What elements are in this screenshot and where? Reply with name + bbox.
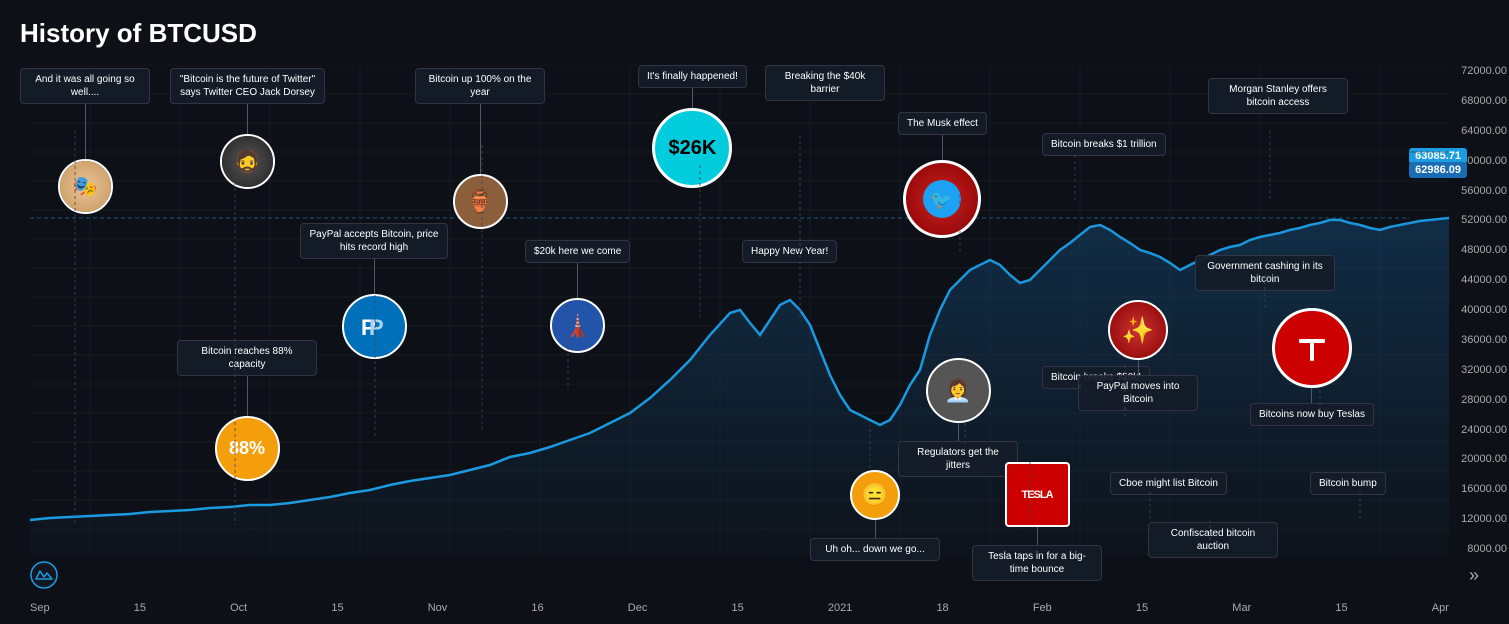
x-label-15e: 15: [1335, 602, 1347, 614]
y-label-2: 68000.00: [1461, 95, 1507, 107]
y-label-6: 52000.00: [1461, 214, 1507, 226]
x-label-dec: Dec: [628, 602, 648, 614]
y-axis: 72000.00 68000.00 64000.00 60000.00 5600…: [1461, 65, 1507, 555]
x-label-15b: 15: [331, 602, 343, 614]
x-label-nov: Nov: [428, 602, 448, 614]
y-label-3: 64000.00: [1461, 125, 1507, 137]
y-label-11: 32000.00: [1461, 364, 1507, 376]
x-label-18: 18: [936, 602, 948, 614]
y-label-4: 60000.00: [1461, 155, 1507, 167]
chart-container: History of BTCUSD 72000.00 68000.00 6400…: [0, 0, 1509, 624]
y-label-17: 8000.00: [1461, 543, 1507, 555]
x-label-16: 16: [531, 602, 543, 614]
x-label-feb: Feb: [1033, 602, 1052, 614]
y-label-10: 36000.00: [1461, 334, 1507, 346]
y-label-16: 12000.00: [1461, 513, 1507, 525]
y-label-8: 44000.00: [1461, 274, 1507, 286]
y-label-7: 48000.00: [1461, 244, 1507, 256]
y-label-15: 16000.00: [1461, 483, 1507, 495]
tradingview-watermark: [30, 561, 58, 594]
chart-title: History of BTCUSD: [20, 18, 257, 49]
x-label-oct: Oct: [230, 602, 247, 614]
x-label-sep: Sep: [30, 602, 50, 614]
x-label-15c: 15: [731, 602, 743, 614]
price-chart: [30, 65, 1449, 555]
y-label-5: 56000.00: [1461, 185, 1507, 197]
x-label-2021: 2021: [828, 602, 852, 614]
x-label-15d: 15: [1136, 602, 1148, 614]
y-label-12: 28000.00: [1461, 394, 1507, 406]
x-label-15a: 15: [134, 602, 146, 614]
nav-arrow[interactable]: »: [1469, 565, 1479, 586]
y-label-13: 24000.00: [1461, 424, 1507, 436]
y-label-9: 40000.00: [1461, 304, 1507, 316]
y-label-14: 20000.00: [1461, 453, 1507, 465]
x-axis: Sep 15 Oct 15 Nov 16 Dec 15 2021 18 Feb …: [30, 602, 1449, 614]
x-label-apr: Apr: [1432, 602, 1449, 614]
y-label-1: 72000.00: [1461, 65, 1507, 77]
x-label-mar: Mar: [1232, 602, 1251, 614]
